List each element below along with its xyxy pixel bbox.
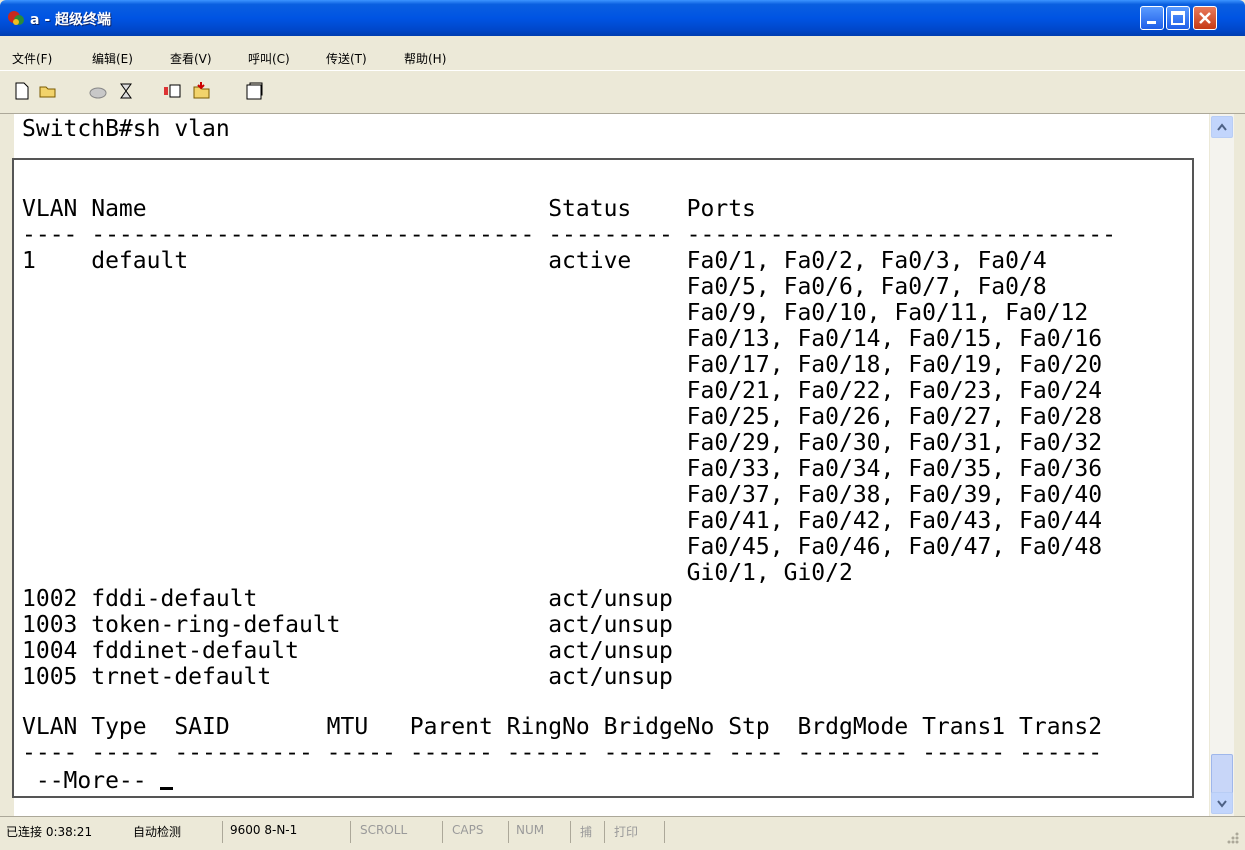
window-title: a - 超级终端	[30, 12, 112, 28]
terminal-line: VLAN Type SAID MTU Parent RingNo BridgeN…	[22, 714, 1103, 740]
connection-status: 已连接 0:38:21	[6, 825, 93, 839]
menu-call[interactable]: 呼叫(C)	[248, 50, 290, 67]
terminal-line: Fa0/21, Fa0/22, Fa0/23, Fa0/24	[22, 378, 1103, 404]
terminal-line: Fa0/9, Fa0/10, Fa0/11, Fa0/12	[22, 300, 1089, 326]
maximize-button[interactable]	[1166, 6, 1190, 30]
terminal-line: 1003 token-ring-default act/unsup	[22, 612, 673, 638]
maximize-icon	[1171, 11, 1185, 25]
terminal-line: 1002 fddi-default act/unsup	[22, 586, 673, 612]
dial-icon[interactable]	[116, 81, 136, 101]
resize-grip-icon[interactable]	[1224, 829, 1240, 845]
scroll-lock-indicator: SCROLL	[360, 823, 408, 837]
open-icon[interactable]	[38, 81, 58, 101]
status-divider	[222, 821, 223, 843]
terminal-line: Fa0/13, Fa0/14, Fa0/15, Fa0/16	[22, 326, 1103, 352]
terminal-line: ---- ----- ---------- ----- ------ -----…	[22, 740, 1103, 766]
receive-icon[interactable]	[192, 81, 212, 101]
scroll-down-button[interactable]	[1211, 792, 1233, 814]
terminal-screen[interactable]: SwitchB#sh vlan VLAN Name Status Ports -…	[14, 114, 1209, 816]
status-divider	[604, 821, 605, 843]
status-divider	[570, 821, 571, 843]
minimize-button[interactable]	[1140, 6, 1164, 30]
scroll-up-button[interactable]	[1211, 116, 1233, 138]
toolbar	[0, 70, 1245, 114]
minimize-icon	[1147, 21, 1156, 24]
status-divider	[664, 821, 665, 843]
status-divider	[442, 821, 443, 843]
terminal-line: Fa0/37, Fa0/38, Fa0/39, Fa0/40	[22, 482, 1103, 508]
print-indicator: 打印	[614, 825, 639, 839]
terminal-line: Fa0/33, Fa0/34, Fa0/35, Fa0/36	[22, 456, 1103, 482]
menu-help[interactable]: 帮助(H)	[404, 50, 446, 67]
terminal-line: ---- -------------------------------- --…	[22, 222, 1116, 248]
vertical-scrollbar[interactable]	[1210, 114, 1234, 816]
terminal-line: VLAN Name Status Ports	[22, 196, 756, 222]
menu-view[interactable]: 查看(V)	[170, 50, 212, 67]
capture-indicator: 捕	[580, 825, 593, 839]
terminal-line: Fa0/5, Fa0/6, Fa0/7, Fa0/8	[22, 274, 1047, 300]
terminal-line: Fa0/17, Fa0/18, Fa0/19, Fa0/20	[22, 352, 1103, 378]
chevron-down-icon	[1217, 800, 1227, 808]
menu-edit[interactable]: 编辑(E)	[92, 50, 133, 67]
new-icon[interactable]	[12, 81, 32, 101]
detect-status: 自动检测	[133, 825, 182, 839]
scroll-thumb[interactable]	[1211, 754, 1233, 794]
menu-file[interactable]: 文件(F)	[12, 50, 52, 67]
terminal-text-area: SwitchB#sh vlan VLAN Name Status Ports -…	[22, 114, 1202, 804]
terminal-line: 1004 fddinet-default act/unsup	[22, 638, 673, 664]
num-lock-indicator: NUM	[516, 823, 545, 837]
port-settings-status: 9600 8-N-1	[230, 823, 298, 837]
close-icon	[1199, 12, 1211, 24]
send-icon[interactable]	[162, 81, 182, 101]
chevron-up-icon	[1217, 123, 1227, 131]
hyperterminal-app-icon[interactable]	[6, 8, 26, 28]
caps-lock-indicator: CAPS	[452, 823, 484, 837]
terminal-line: 1 default active Fa0/1, Fa0/2, Fa0/3, Fa…	[22, 248, 1047, 274]
disconnect-icon[interactable]	[88, 81, 108, 101]
status-divider	[350, 821, 351, 843]
more-prompt-line: --More--	[22, 768, 174, 794]
text-cursor	[160, 787, 174, 790]
menu-bar: 文件(F) 编辑(E) 查看(V) 呼叫(C) 传送(T) 帮助(H)	[0, 36, 1245, 70]
terminal-line: Fa0/25, Fa0/26, Fa0/27, Fa0/28	[22, 404, 1103, 430]
terminal-line: Fa0/29, Fa0/30, Fa0/31, Fa0/32	[22, 430, 1103, 456]
more-prompt: --More--	[22, 768, 161, 794]
terminal-line: Fa0/41, Fa0/42, Fa0/43, Fa0/44	[22, 508, 1103, 534]
menu-transfer[interactable]: 传送(T)	[326, 50, 367, 67]
terminal-command-line: SwitchB#sh vlan	[22, 116, 230, 142]
close-button[interactable]	[1193, 6, 1217, 30]
terminal-line: Fa0/45, Fa0/46, Fa0/47, Fa0/48	[22, 534, 1103, 560]
terminal-line: Gi0/1, Gi0/2	[22, 560, 853, 586]
terminal-line: 1005 trnet-default act/unsup	[22, 664, 673, 690]
hyperterminal-window: a - 超级终端 文件(F) 编辑(E) 查看(V) 呼叫(C) 传送(T) 帮…	[0, 0, 1245, 850]
status-bar: 已连接 0:38:21 自动检测 9600 8-N-1 SCROLL CAPS …	[0, 816, 1245, 850]
properties-icon[interactable]	[244, 81, 264, 101]
title-bar[interactable]: a - 超级终端	[0, 0, 1245, 36]
status-divider	[508, 821, 509, 843]
